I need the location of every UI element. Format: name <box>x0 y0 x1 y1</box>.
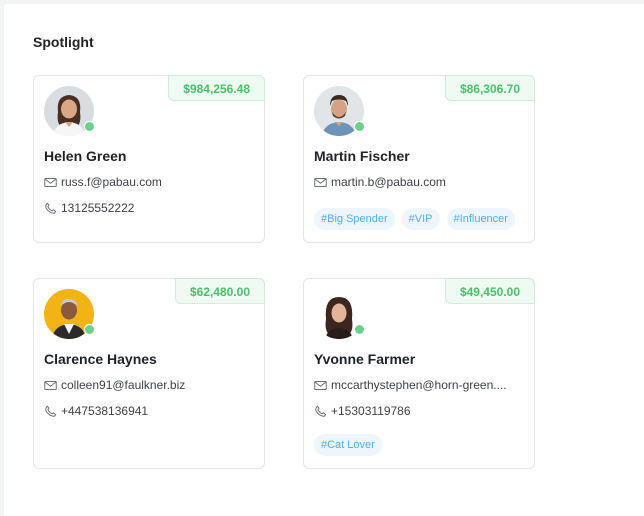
phone-icon <box>45 202 57 214</box>
phone-text[interactable]: +447538136941 <box>61 404 148 418</box>
contact-name[interactable]: Helen Green <box>44 148 126 164</box>
phone-text[interactable]: 13125552222 <box>61 201 134 215</box>
contact-name[interactable]: Yvonne Farmer <box>314 351 415 367</box>
mail-icon <box>314 380 327 390</box>
mail-icon <box>44 380 57 390</box>
contact-card-helen-green[interactable]: $984,256.48 Helen Green russ.f@pabau.com <box>33 75 265 243</box>
online-status-icon <box>84 121 95 132</box>
tag-list: #Big Spender #VIP #Influencer <box>314 208 515 230</box>
online-status-icon <box>84 324 95 335</box>
tag-influencer[interactable]: #Influencer <box>446 208 515 230</box>
tag-list: #Cat Lover <box>314 434 382 456</box>
section-title: Spotlight <box>33 34 94 50</box>
email-row: russ.f@pabau.com <box>44 175 162 189</box>
contact-name[interactable]: Martin Fischer <box>314 148 410 164</box>
phone-icon <box>45 405 57 417</box>
spotlight-panel: Spotlight $984,256.48 Helen Green russ.f… <box>4 4 644 516</box>
tag-vip[interactable]: #VIP <box>401 208 440 230</box>
amount-badge: $62,480.00 <box>174 278 265 304</box>
email-text[interactable]: colleen91@faulkner.biz <box>61 378 185 392</box>
email-text[interactable]: martin.b@pabau.com <box>331 175 446 189</box>
amount-badge: $49,450.00 <box>444 278 535 304</box>
contact-card-yvonne-farmer[interactable]: $49,450.00 Yvonne Farmer mccarthystephen… <box>303 278 535 469</box>
amount-badge: $984,256.48 <box>168 75 265 101</box>
email-row: mccarthystephen@horn-green.... <box>314 378 507 392</box>
contact-card-clarence-haynes[interactable]: $62,480.00 Clarence Haynes colleen91@fau… <box>33 278 265 469</box>
phone-row: +15303119786 <box>314 404 411 418</box>
email-text[interactable]: russ.f@pabau.com <box>61 175 162 189</box>
phone-icon <box>315 405 327 417</box>
contact-card-martin-fischer[interactable]: $86,306.70 Martin Fischer martin.b@pabau… <box>303 75 535 243</box>
email-row: martin.b@pabau.com <box>314 175 446 189</box>
phone-row: +447538136941 <box>44 404 148 418</box>
amount-badge: $86,306.70 <box>444 75 535 101</box>
phone-text[interactable]: +15303119786 <box>331 404 411 418</box>
tag-cat-lover[interactable]: #Cat Lover <box>314 434 382 456</box>
email-text[interactable]: mccarthystephen@horn-green.... <box>331 378 507 392</box>
phone-row: 13125552222 <box>44 201 134 215</box>
email-row: colleen91@faulkner.biz <box>44 378 185 392</box>
tag-big-spender[interactable]: #Big Spender <box>314 208 395 230</box>
contact-name[interactable]: Clarence Haynes <box>44 351 157 367</box>
online-status-icon <box>354 324 365 335</box>
mail-icon <box>314 177 327 187</box>
mail-icon <box>44 177 57 187</box>
online-status-icon <box>354 121 365 132</box>
